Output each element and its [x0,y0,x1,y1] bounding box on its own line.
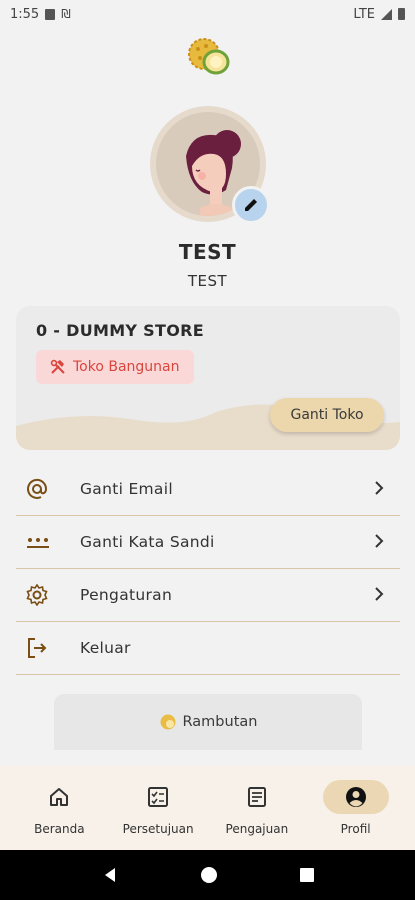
nav-item-beranda[interactable]: Beranda [16,766,102,850]
chevron-right-icon [375,534,384,548]
nav-item-persetujuan[interactable]: Persetujuan [115,766,201,850]
menu-item-settings[interactable]: Pengaturan [16,569,400,622]
rambutan-label: Rambutan [182,714,258,730]
rambutan-button[interactable]: Rambutan [54,694,362,750]
nav-item-label: Persetujuan [122,822,194,836]
menu-item-label: Ganti Email [80,480,173,498]
battery-icon [398,8,405,20]
gear-icon [16,584,56,606]
system-navigation-bar [0,850,415,900]
approval-icon [125,780,191,814]
status-left: 1:55 ₪ [10,7,71,22]
menu-item-change-password[interactable]: Ganti Kata Sandi [16,516,400,569]
network-label: LTE [353,6,375,22]
chevron-right-icon [375,481,384,495]
durian-logo-icon [188,38,230,75]
rambutan-icon [160,714,176,730]
nav-item-profil[interactable]: Profil [313,766,399,850]
change-store-button[interactable]: Ganti Toko [270,398,384,432]
menu-item-label: Pengaturan [80,586,173,604]
user-subtitle: TEST [187,272,228,290]
chevron-right-icon [375,587,384,601]
menu-item-change-email[interactable]: Ganti Email [16,463,400,516]
nav-item-label: Profil [340,822,371,836]
pencil-icon [245,199,257,211]
signal-icon [381,8,392,20]
menu-item-label: Ganti Kata Sandi [80,533,215,551]
user-name: TEST [178,240,237,264]
status-bar: 1:55 ₪ LTE [0,0,415,28]
bottom-navigation: Beranda Persetujuan Pengajuan Profil [0,766,415,850]
status-time: 1:55 [10,6,40,22]
recents-icon[interactable] [299,867,315,883]
logout-icon [16,637,56,659]
store-category-label: Toko Bangunan [73,359,180,375]
tools-icon [50,359,65,374]
status-right: LTE [353,7,405,22]
back-icon[interactable] [101,866,119,884]
at-icon [16,478,56,500]
menu-item-logout[interactable]: Keluar [16,622,400,675]
edit-avatar-button[interactable] [232,186,270,224]
profile-icon [322,780,389,814]
home-circle-icon[interactable] [200,866,218,884]
store-category-badge: Toko Bangunan [36,350,194,384]
menu-item-label: Keluar [80,639,131,657]
home-icon [26,780,92,814]
storage-icon: ₪ [61,7,71,21]
sim-icon [45,8,56,20]
password-icon [16,535,56,549]
document-icon [224,780,290,814]
nav-item-label: Pengajuan [225,822,289,836]
nav-item-pengajuan[interactable]: Pengajuan [214,766,300,850]
store-name: 0 - DUMMY STORE [36,321,204,340]
store-card: 0 - DUMMY STORE Toko Bangunan Ganti Toko [16,306,400,450]
nav-item-label: Beranda [34,822,85,836]
settings-menu: Ganti Email Ganti Kata Sandi Pengaturan … [16,463,400,675]
avatar-container [150,106,270,224]
